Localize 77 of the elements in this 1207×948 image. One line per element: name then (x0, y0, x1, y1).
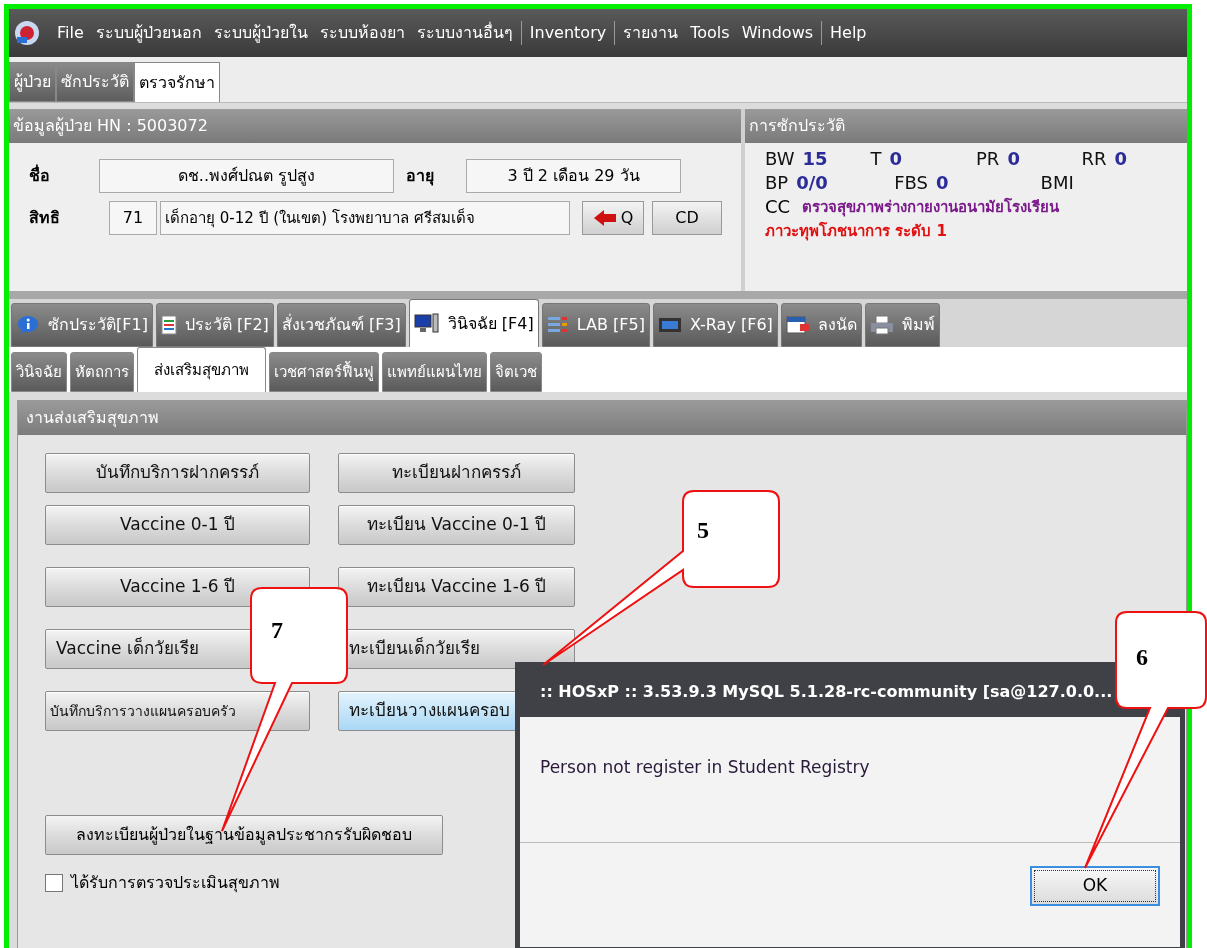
info-icon (16, 315, 40, 335)
ok-button[interactable]: OK (1030, 866, 1160, 906)
printer-icon (869, 315, 894, 335)
tab[interactable]: ลงนัด (780, 303, 862, 347)
menu-item[interactable]: File (57, 21, 84, 45)
code-field[interactable]: 71 (109, 201, 157, 235)
vital-label: T (870, 147, 882, 171)
action-button[interactable]: บันทึกบริการฝากครรภ์ (45, 453, 310, 493)
tab[interactable]: หัตถการ (70, 352, 134, 392)
tab[interactable]: ซักประวัติ[F1] (11, 303, 153, 347)
callout-number: 6 (1136, 645, 1148, 669)
action-button[interactable]: ทะเบียน Vaccine 1-6 ปี (338, 567, 575, 607)
right-field[interactable]: เด็กอายุ 0-12 ปี (ในเขต) โรงพยาบาล ศรีสมเด็จ (160, 201, 570, 235)
vital-value: 0 (889, 147, 903, 171)
vital-value: 0 (936, 171, 949, 195)
action-button[interactable]: Vaccine 0-1 ปี (45, 505, 310, 545)
tab[interactable]: วินิจฉัย [F4] (408, 299, 539, 347)
menu-item[interactable]: ระบบห้องยา (319, 21, 405, 45)
menu-item[interactable]: Windows (741, 21, 814, 45)
tab[interactable]: สั่งเวชภัณฑ์ [F3] (276, 303, 406, 347)
tab[interactable]: จิตเวช (490, 352, 542, 392)
arrow-left-icon (592, 209, 617, 227)
vital-label: FBS (894, 171, 928, 195)
register-button[interactable]: ลงทะเบียนผู้ป่วยในฐานข้อมูลประชากรรับผิดชอบ (45, 815, 443, 855)
tab[interactable]: เวชศาสตร์ฟื้นฟู (269, 352, 379, 392)
field-label: อายุ (406, 165, 435, 188)
menu-item[interactable]: ระบบงานอื่นๆ (416, 21, 513, 45)
vital-value: 0 (1007, 147, 1020, 171)
tab[interactable]: X-Ray [F6] (652, 303, 778, 347)
tab[interactable]: พิมพ์ (864, 303, 940, 347)
panel-title: ข้อมูลผู้ป่วย HN : 5003072 (13, 115, 208, 138)
tab[interactable]: ตรวจรักษา (134, 62, 220, 102)
computer-icon (413, 312, 440, 335)
age-field[interactable]: 3 ปี 2 เดือน 29 วัน (466, 159, 681, 193)
menu-item[interactable]: Help (830, 21, 867, 45)
nutrition-note: ภาวะทุพโภชนาการ ระดับ 1 (765, 221, 948, 243)
vital-value: 0/0 (796, 171, 828, 195)
app-logo-icon (13, 19, 41, 47)
vital-value: 0 (1114, 147, 1128, 171)
action-button[interactable]: ทะเบียนฝากครรภ์ (338, 453, 575, 493)
section-title: งานส่งเสริมสุขภาพ (26, 407, 159, 430)
checkbox-label: ได้รับการตรวจประเมินสุขภาพ (71, 872, 280, 895)
vital-label: BMI (1040, 171, 1074, 195)
panel-title: การซักประวัติ (749, 115, 845, 137)
tab[interactable]: LAB [F5] (541, 303, 650, 347)
callout-number: 5 (697, 518, 709, 542)
menu-item[interactable]: ระบบผู้ป่วยใน (213, 21, 308, 45)
field-label: สิทธิ (29, 207, 61, 229)
tab[interactable]: ซักประวัติ (56, 62, 134, 102)
queue-button[interactable]: Q (582, 201, 644, 235)
chief-complaint: ตรวจสุขภาพร่างกายงานอนามัยโรงเรียน (802, 197, 1060, 219)
vital-label: PR (976, 147, 1000, 171)
vital-label: BP (765, 171, 789, 195)
vital-label: CC (765, 195, 791, 219)
menu-item[interactable]: Tools (690, 21, 730, 45)
cd-button[interactable]: CD (652, 201, 722, 235)
menu-item[interactable]: Inventory (529, 21, 607, 45)
tab[interactable]: ส่งเสริมสุขภาพ (137, 347, 266, 392)
vital-label: BW (765, 147, 795, 171)
dialog-message: Person not register in Student Registry (540, 757, 870, 777)
tab[interactable]: ประวัติ [F2] (155, 303, 274, 347)
name-field[interactable]: ดช..พงศ์ปณต รูปสูง (99, 159, 394, 193)
action-button[interactable]: ทะเบียน Vaccine 0-1 ปี (338, 505, 575, 545)
vital-label: RR (1081, 147, 1107, 171)
tab[interactable]: วินิจฉัย (11, 352, 67, 392)
vital-value: 15 (802, 147, 828, 171)
field-label: ชื่อ (29, 164, 51, 187)
calendar-icon (785, 315, 810, 335)
list-icon (546, 315, 569, 335)
tab[interactable]: ผู้ป่วย (9, 62, 56, 102)
checkbox[interactable] (45, 874, 63, 892)
tab[interactable]: แพทย์แผนไทย (382, 352, 487, 392)
film-icon (657, 316, 682, 334)
action-button[interactable]: บันทึกบริการวางแผนครอบครัว (45, 691, 310, 731)
document-icon (160, 315, 177, 335)
menu-item[interactable]: ระบบผู้ป่วยนอก (95, 21, 202, 45)
menu-item[interactable]: รายงาน (623, 21, 679, 45)
